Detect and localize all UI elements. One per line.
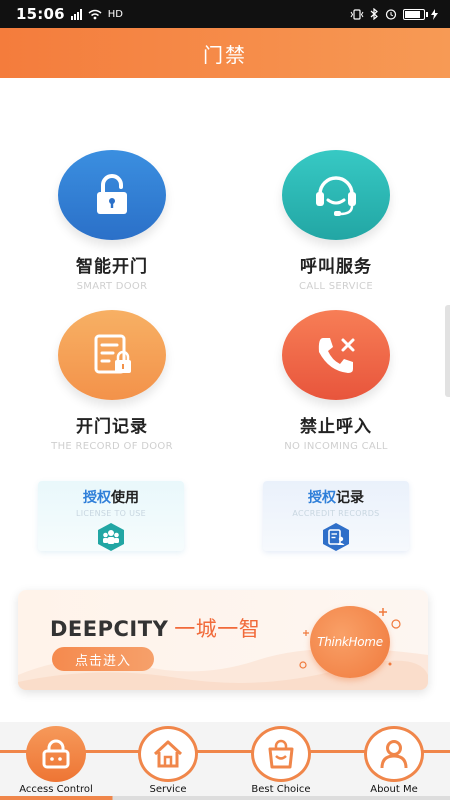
- feature-call-service[interactable]: 呼叫服务 CALL SERVICE: [251, 150, 421, 292]
- banner-slogan: 一城一智: [174, 617, 261, 641]
- home-icon: [153, 740, 183, 768]
- nav-circle: [251, 726, 311, 782]
- card-title-highlight: 授权: [83, 490, 111, 506]
- enter-button[interactable]: 点击进入: [52, 647, 154, 671]
- alarm-icon: [385, 9, 397, 20]
- card-title-highlight: 授权: [308, 490, 336, 506]
- nav-item-access-control[interactable]: Access Control: [6, 726, 106, 795]
- page-title: 门禁: [203, 42, 247, 67]
- users-icon: [98, 523, 124, 551]
- nav-label: Access Control: [19, 784, 93, 795]
- deepcity-banner[interactable]: DEEPCITY 一城一智 点击进入 ThinkHome: [18, 590, 428, 690]
- headset-icon: [316, 176, 356, 216]
- feature-circle: [58, 150, 166, 240]
- wifi-icon: [88, 9, 102, 19]
- status-left: 15:06 HD: [16, 5, 123, 23]
- vibrate-icon: [350, 8, 364, 20]
- nav-item-service[interactable]: Service: [118, 726, 218, 795]
- nav-label: About Me: [370, 784, 418, 795]
- status-bar: 15:06 HD: [0, 0, 450, 28]
- accredit-card[interactable]: 授权记录 ACCREDIT RECORDS: [263, 481, 409, 551]
- card-sub: LICENSE TO USE: [75, 509, 147, 518]
- phone-block-icon: [318, 338, 355, 373]
- nav-item-best-choice[interactable]: Best Choice: [231, 726, 331, 795]
- sparkle-decoration: [299, 608, 401, 669]
- user-icon: [380, 740, 408, 769]
- feature-label: 开门记录: [76, 417, 148, 437]
- feature-label: 呼叫服务: [300, 257, 372, 277]
- charging-icon: [431, 8, 438, 20]
- license-card[interactable]: 授权使用 LICENSE TO USE: [38, 481, 184, 551]
- feature-door-record[interactable]: 开门记录 THE RECORD OF DOOR: [27, 310, 197, 452]
- hd-icon: HD: [107, 8, 123, 20]
- unlock-icon: [97, 174, 127, 214]
- header: 门禁: [0, 28, 450, 78]
- feature-sub: CALL SERVICE: [299, 281, 373, 292]
- feature-sub: THE RECORD OF DOOR: [51, 441, 173, 452]
- lock-icon: [42, 739, 70, 769]
- card-title-rest: 使用: [111, 490, 139, 506]
- feature-circle: [282, 150, 390, 240]
- feature-circle: [58, 310, 166, 400]
- side-drawer-handle[interactable]: [445, 305, 450, 397]
- card-title: 授权记录: [263, 487, 409, 507]
- card-title-rest: 记录: [336, 490, 364, 506]
- feature-no-incoming-call[interactable]: 禁止呼入 NO INCOMING CALL: [251, 310, 421, 452]
- feature-label: 智能开门: [76, 257, 148, 277]
- card-sub: ACCREDIT RECORDS: [292, 509, 380, 518]
- feature-label: 禁止呼入: [300, 417, 372, 437]
- nav-item-about-me[interactable]: About Me: [344, 726, 444, 795]
- nav-label: Best Choice: [251, 784, 311, 795]
- bottom-nav: Access Control Service Best Choice About…: [0, 722, 450, 800]
- status-time: 15:06: [16, 5, 65, 23]
- status-right: [350, 8, 438, 20]
- bluetooth-icon: [370, 8, 378, 20]
- banner-title: DEEPCITY 一城一智: [50, 613, 260, 643]
- nav-circle: [138, 726, 198, 782]
- nav-label: Service: [149, 784, 187, 795]
- nav-circle: [26, 726, 86, 782]
- banner-brand: DEEPCITY: [50, 617, 169, 641]
- shopping-bag-icon: [268, 739, 294, 769]
- record-lock-icon: [94, 334, 131, 374]
- feature-circle: [282, 310, 390, 400]
- feature-smart-door[interactable]: 智能开门 SMART DOOR: [27, 150, 197, 292]
- card-title: 授权使用: [38, 487, 184, 507]
- record-user-icon: [323, 523, 349, 551]
- battery-icon: [403, 8, 428, 20]
- nav-indicator: [0, 796, 450, 800]
- nav-circle: [364, 726, 424, 782]
- signal-icon: [70, 8, 82, 20]
- feature-sub: SMART DOOR: [76, 281, 148, 292]
- feature-sub: NO INCOMING CALL: [284, 441, 388, 452]
